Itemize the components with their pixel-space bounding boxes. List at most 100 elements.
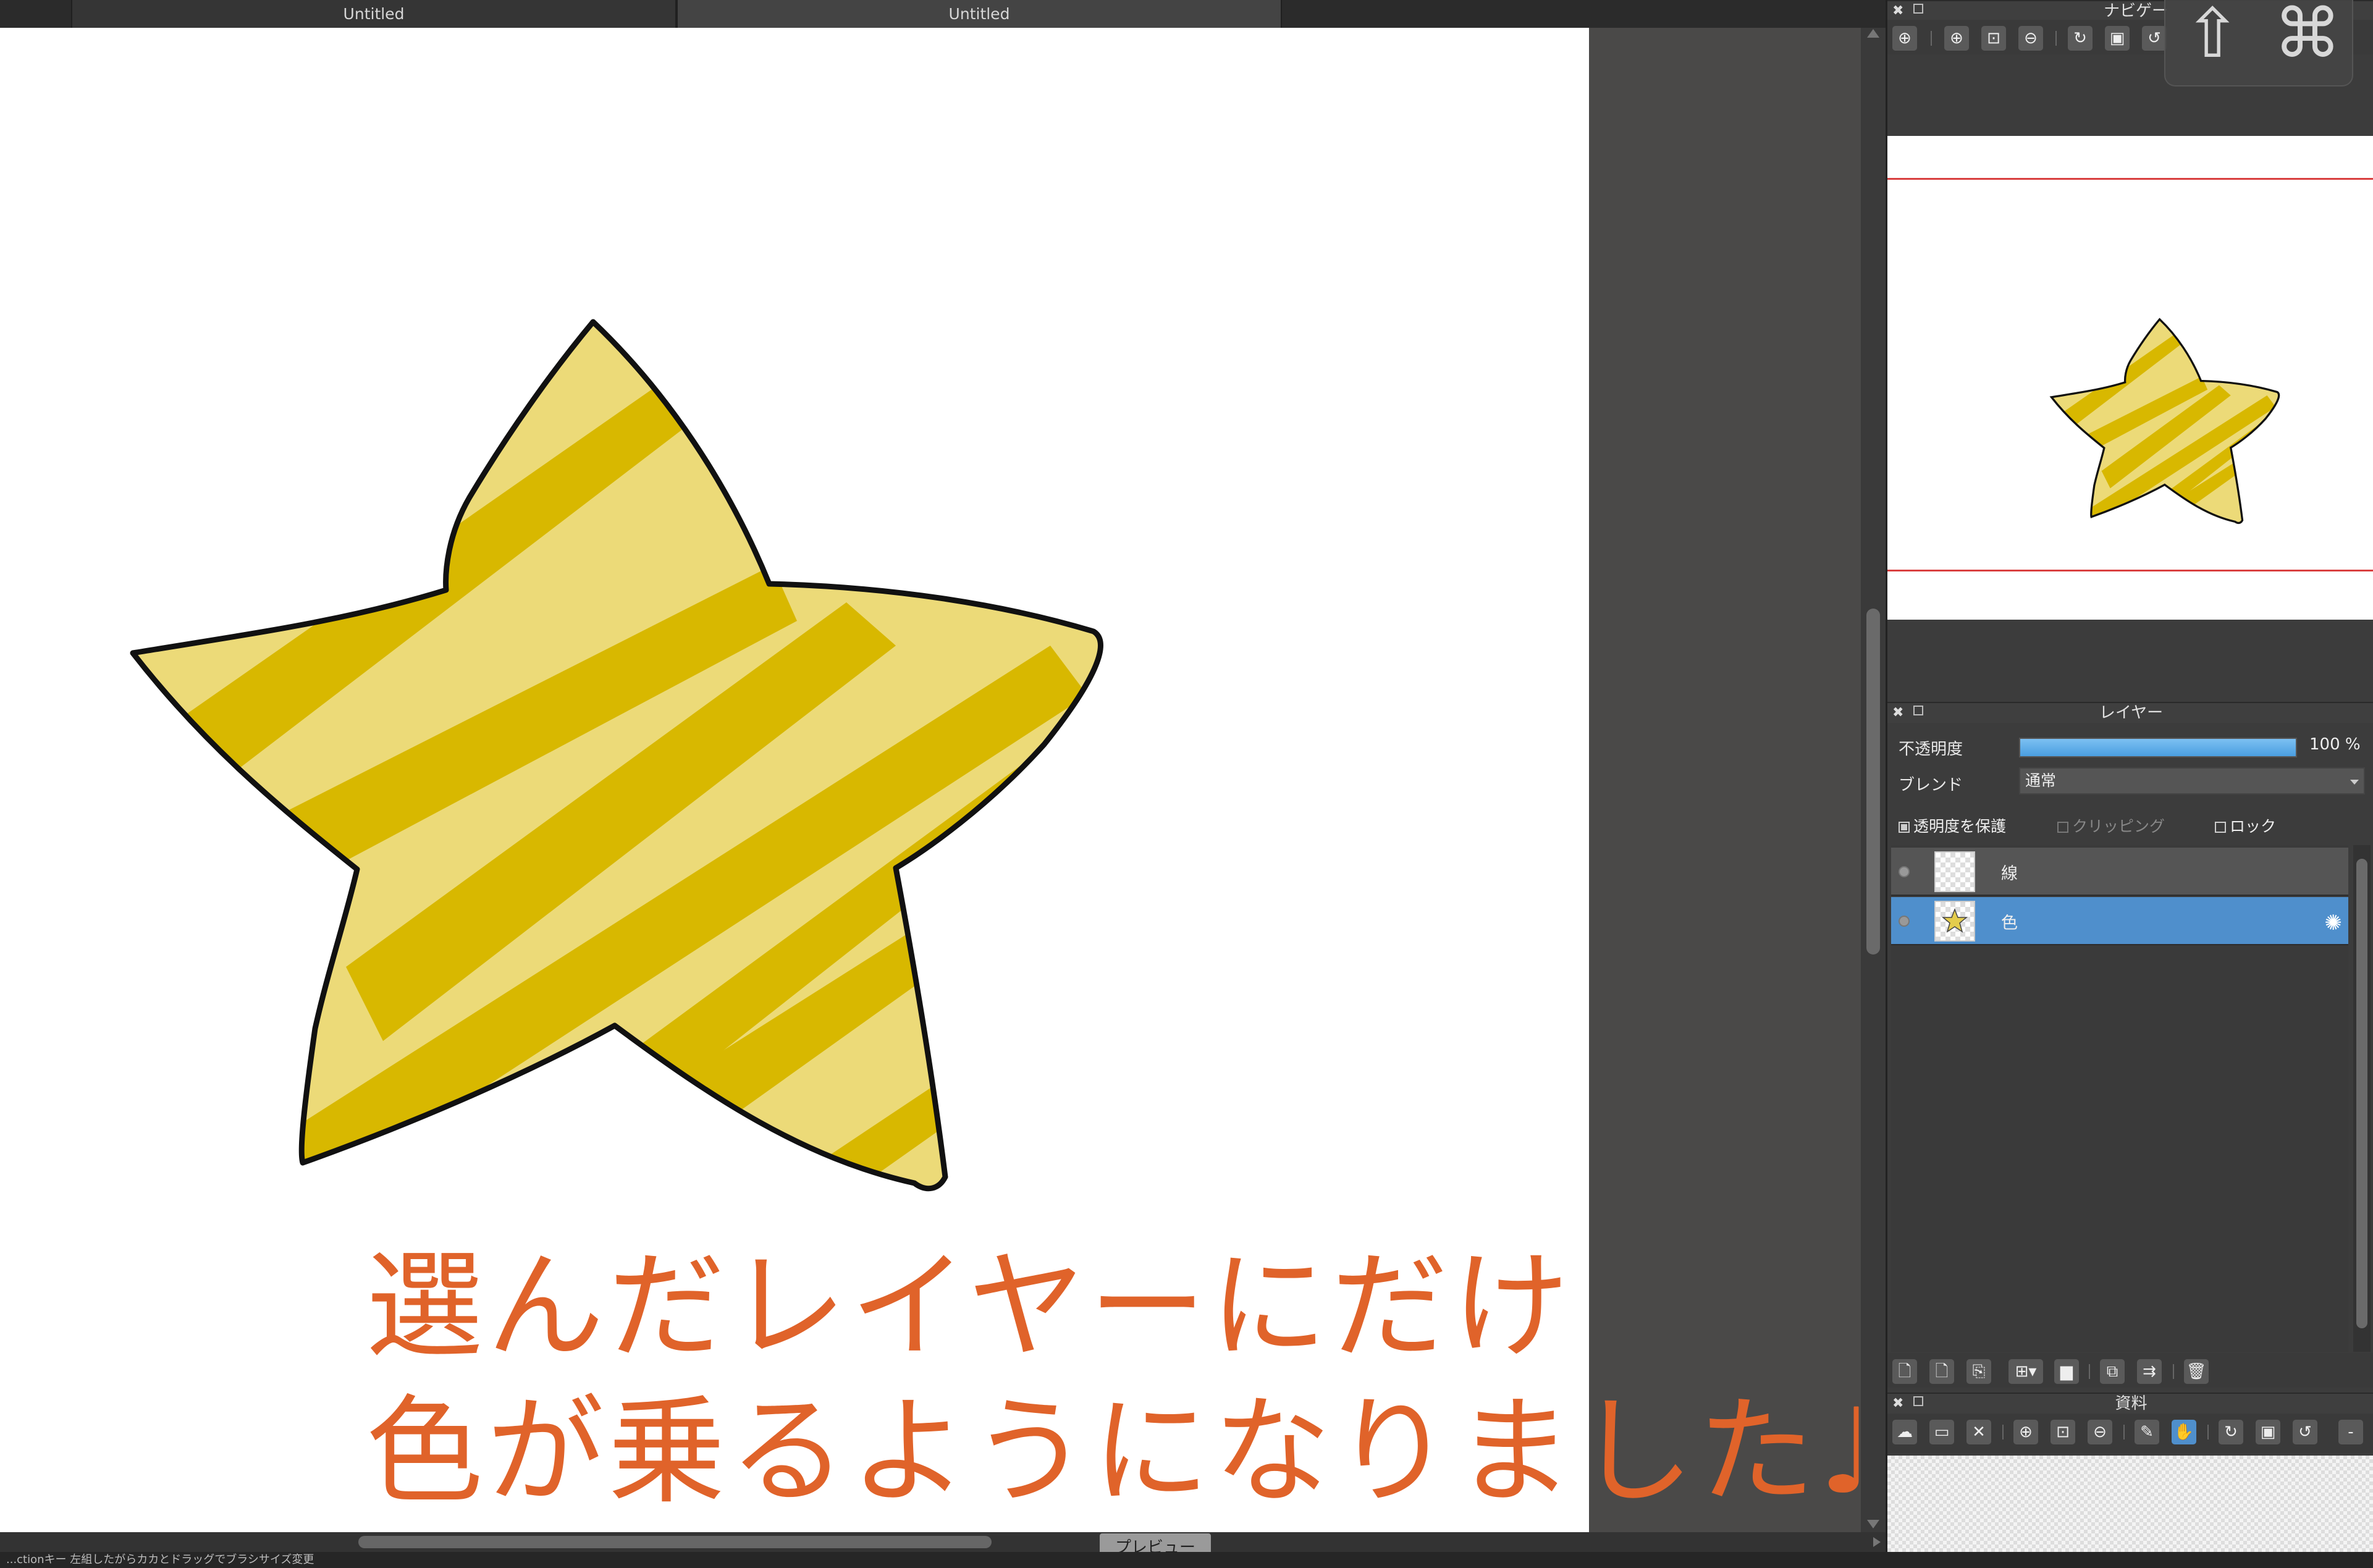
navigator-title: ナビゲー (2104, 2, 2169, 20)
navigator-star-thumbnail (2049, 318, 2280, 525)
scroll-thumb[interactable] (1866, 609, 1880, 955)
layer-name: 線 (2001, 864, 2018, 883)
fit-screen-icon[interactable]: ▣ (2256, 1420, 2280, 1444)
detach-icon[interactable] (1913, 4, 1923, 14)
visibility-icon[interactable] (1899, 866, 1910, 877)
separator (2123, 1425, 2125, 1439)
materials-toolbar: ☁ ▭ ✕ ⊕ ⊡ ⊖ ✎ ✋ ↻ ▣ ↺ - (1887, 1414, 2373, 1453)
close-icon[interactable]: ✖ (1892, 1394, 1903, 1414)
protect-alpha-checkbox[interactable]: 透明度を保護 (1899, 814, 2006, 837)
shift-key-icon: ⇧ (2184, 0, 2241, 73)
blend-mode-value: 通常 (2025, 772, 2057, 790)
rotate-reset-icon[interactable]: ↺ (2293, 1420, 2317, 1444)
cloud-download-icon[interactable]: ☁ (1892, 1420, 1917, 1444)
layer-name: 色 (2001, 914, 2018, 933)
separator (2207, 1425, 2209, 1439)
opacity-row: 不透明度 100 % (1887, 729, 2373, 762)
open-folder-icon[interactable]: ▭ (1929, 1420, 1954, 1444)
modifier-key-overlay: ⇧ ⌘ (2164, 0, 2353, 86)
trash-icon[interactable]: 🗑 (2184, 1359, 2209, 1384)
canvas-area[interactable]: 選んだレイヤーにだけ 色が乗るようになりました♩ (0, 28, 1874, 1532)
canvas-horizontal-scrollbar[interactable] (0, 1532, 1886, 1552)
rotate-reset-icon[interactable]: ↺ (2142, 26, 2167, 51)
fit-icon[interactable]: ⊡ (1981, 26, 2006, 51)
clipping-checkbox[interactable]: クリッピング (2057, 814, 2165, 837)
layer-row-color[interactable]: 色 ✺ (1891, 897, 2348, 945)
document-tab-2[interactable]: Untitled (676, 0, 1282, 28)
scroll-right-icon[interactable] (1873, 1537, 1881, 1547)
opacity-slider[interactable] (2019, 738, 2297, 757)
detach-icon[interactable] (1913, 706, 1923, 715)
checkbox-icon (2215, 822, 2226, 833)
scroll-down-icon[interactable] (1867, 1520, 1879, 1528)
layer-row-line[interactable]: 線 (1891, 848, 2348, 896)
layer-list-scrollbar[interactable] (2353, 845, 2371, 1352)
close-icon[interactable]: ✖ (1892, 1, 1903, 21)
layers-title: レイヤー (2099, 704, 2164, 722)
fit-screen-icon[interactable]: ▣ (2105, 26, 2130, 51)
canvas-vertical-scrollbar[interactable] (1861, 28, 1886, 1532)
zoom-out-icon[interactable]: ⊖ (2018, 26, 2043, 51)
duplicate-layer-icon[interactable]: ⎘ (1966, 1359, 1991, 1384)
navigator-preview[interactable] (1887, 136, 2373, 620)
layers-panel-header: ✖ レイヤー (1887, 702, 2373, 723)
rotate-icon[interactable]: ↻ (2219, 1420, 2243, 1444)
blend-mode-select[interactable]: 通常 (2019, 767, 2365, 795)
document-tab-1[interactable]: Untitled (71, 0, 676, 28)
protect-alpha-label: 透明度を保護 (1913, 817, 2007, 835)
scroll-up-icon[interactable] (1867, 29, 1879, 38)
separator (1931, 31, 1932, 46)
drawing-canvas[interactable]: 選んだレイヤーにだけ (0, 28, 1589, 1532)
layer-thumbnail (1934, 901, 1975, 942)
separator (2173, 1364, 2174, 1379)
right-panel: ✖ ナビゲー ⊕ ⊕ ⊡ ⊖ ↻ ▣ ↺ ✖ レイヤー 不透明度 100 % ブ… (1886, 0, 2373, 1552)
opacity-slider-fill (2020, 739, 2296, 756)
materials-title: 資料 (2115, 1394, 2148, 1413)
eyedropper-icon[interactable]: ✎ (2135, 1420, 2159, 1444)
more-icon[interactable]: - (2338, 1420, 2363, 1444)
hand-icon[interactable]: ✋ (2172, 1420, 2196, 1444)
clipping-label: クリッピング (2072, 817, 2165, 835)
layers-toolbar: 🗋 🗋 ⎘ ⊞▾ ▆ ⧉ ⇉ 🗑 (1887, 1353, 2373, 1388)
lock-checkbox[interactable]: ロック (2215, 814, 2276, 837)
new-layer-type-icon[interactable]: 🗋 (1929, 1359, 1954, 1384)
materials-canvas[interactable] (1887, 1456, 2373, 1552)
checkbox-icon (1899, 822, 1910, 833)
gear-icon[interactable]: ✺ (2325, 911, 2343, 935)
scroll-thumb[interactable] (358, 1536, 992, 1548)
close-icon[interactable]: ✖ (1892, 703, 1903, 723)
view-frame-bottom (1887, 570, 2373, 571)
status-bar: ...ctionキー 左組したがらカカとドラッグでブラシサイズ変更 (0, 1552, 2373, 1568)
chevron-down-icon (2350, 780, 2359, 785)
close-icon[interactable]: ✕ (1966, 1420, 1991, 1444)
command-key-icon: ⌘ (2274, 0, 2341, 73)
merge-icon[interactable]: ⧉ (2100, 1359, 2125, 1384)
zoom-in-icon[interactable]: ⊕ (1944, 26, 1969, 51)
visibility-icon[interactable] (1899, 916, 1910, 927)
scroll-thumb[interactable] (2356, 859, 2367, 1328)
blend-label: ブレンド (1899, 776, 1963, 795)
layer-list: 線 色 ✺ (1891, 845, 2348, 1352)
fit-icon[interactable]: ⊡ (2051, 1420, 2075, 1444)
opacity-value: 100 % (2309, 735, 2361, 754)
materials-panel-header: ✖ 資料 (1887, 1393, 2373, 1414)
transfer-icon[interactable]: ⇉ (2137, 1359, 2162, 1384)
new-layer-icon[interactable]: 🗋 (1892, 1359, 1917, 1384)
caption-line-1: 選んだレイヤーにだけ (366, 1238, 1574, 1375)
opacity-label: 不透明度 (1899, 740, 1963, 759)
separator (2089, 1364, 2090, 1379)
star-thumbnail-icon (1941, 908, 1968, 933)
layer-thumbnail (1934, 851, 1975, 892)
rotate-icon[interactable]: ↻ (2068, 26, 2093, 51)
zoom-in-icon[interactable]: ⊕ (2013, 1420, 2038, 1444)
checkbox-icon (2057, 822, 2068, 833)
zoom-out-icon[interactable]: ⊖ (2088, 1420, 2112, 1444)
caption-line-2: 色が乗るようになりました♩ (366, 1383, 1878, 1520)
zoom-in-icon[interactable]: ⊕ (1892, 26, 1917, 51)
lock-label: ロック (2230, 817, 2277, 835)
add-layer-menu-icon[interactable]: ⊞▾ (2008, 1359, 2043, 1384)
detach-icon[interactable] (1913, 1396, 1923, 1406)
document-tab-bar: Untitled Untitled (0, 0, 1886, 28)
separator (2055, 31, 2057, 46)
folder-icon[interactable]: ▆ (2054, 1359, 2079, 1384)
